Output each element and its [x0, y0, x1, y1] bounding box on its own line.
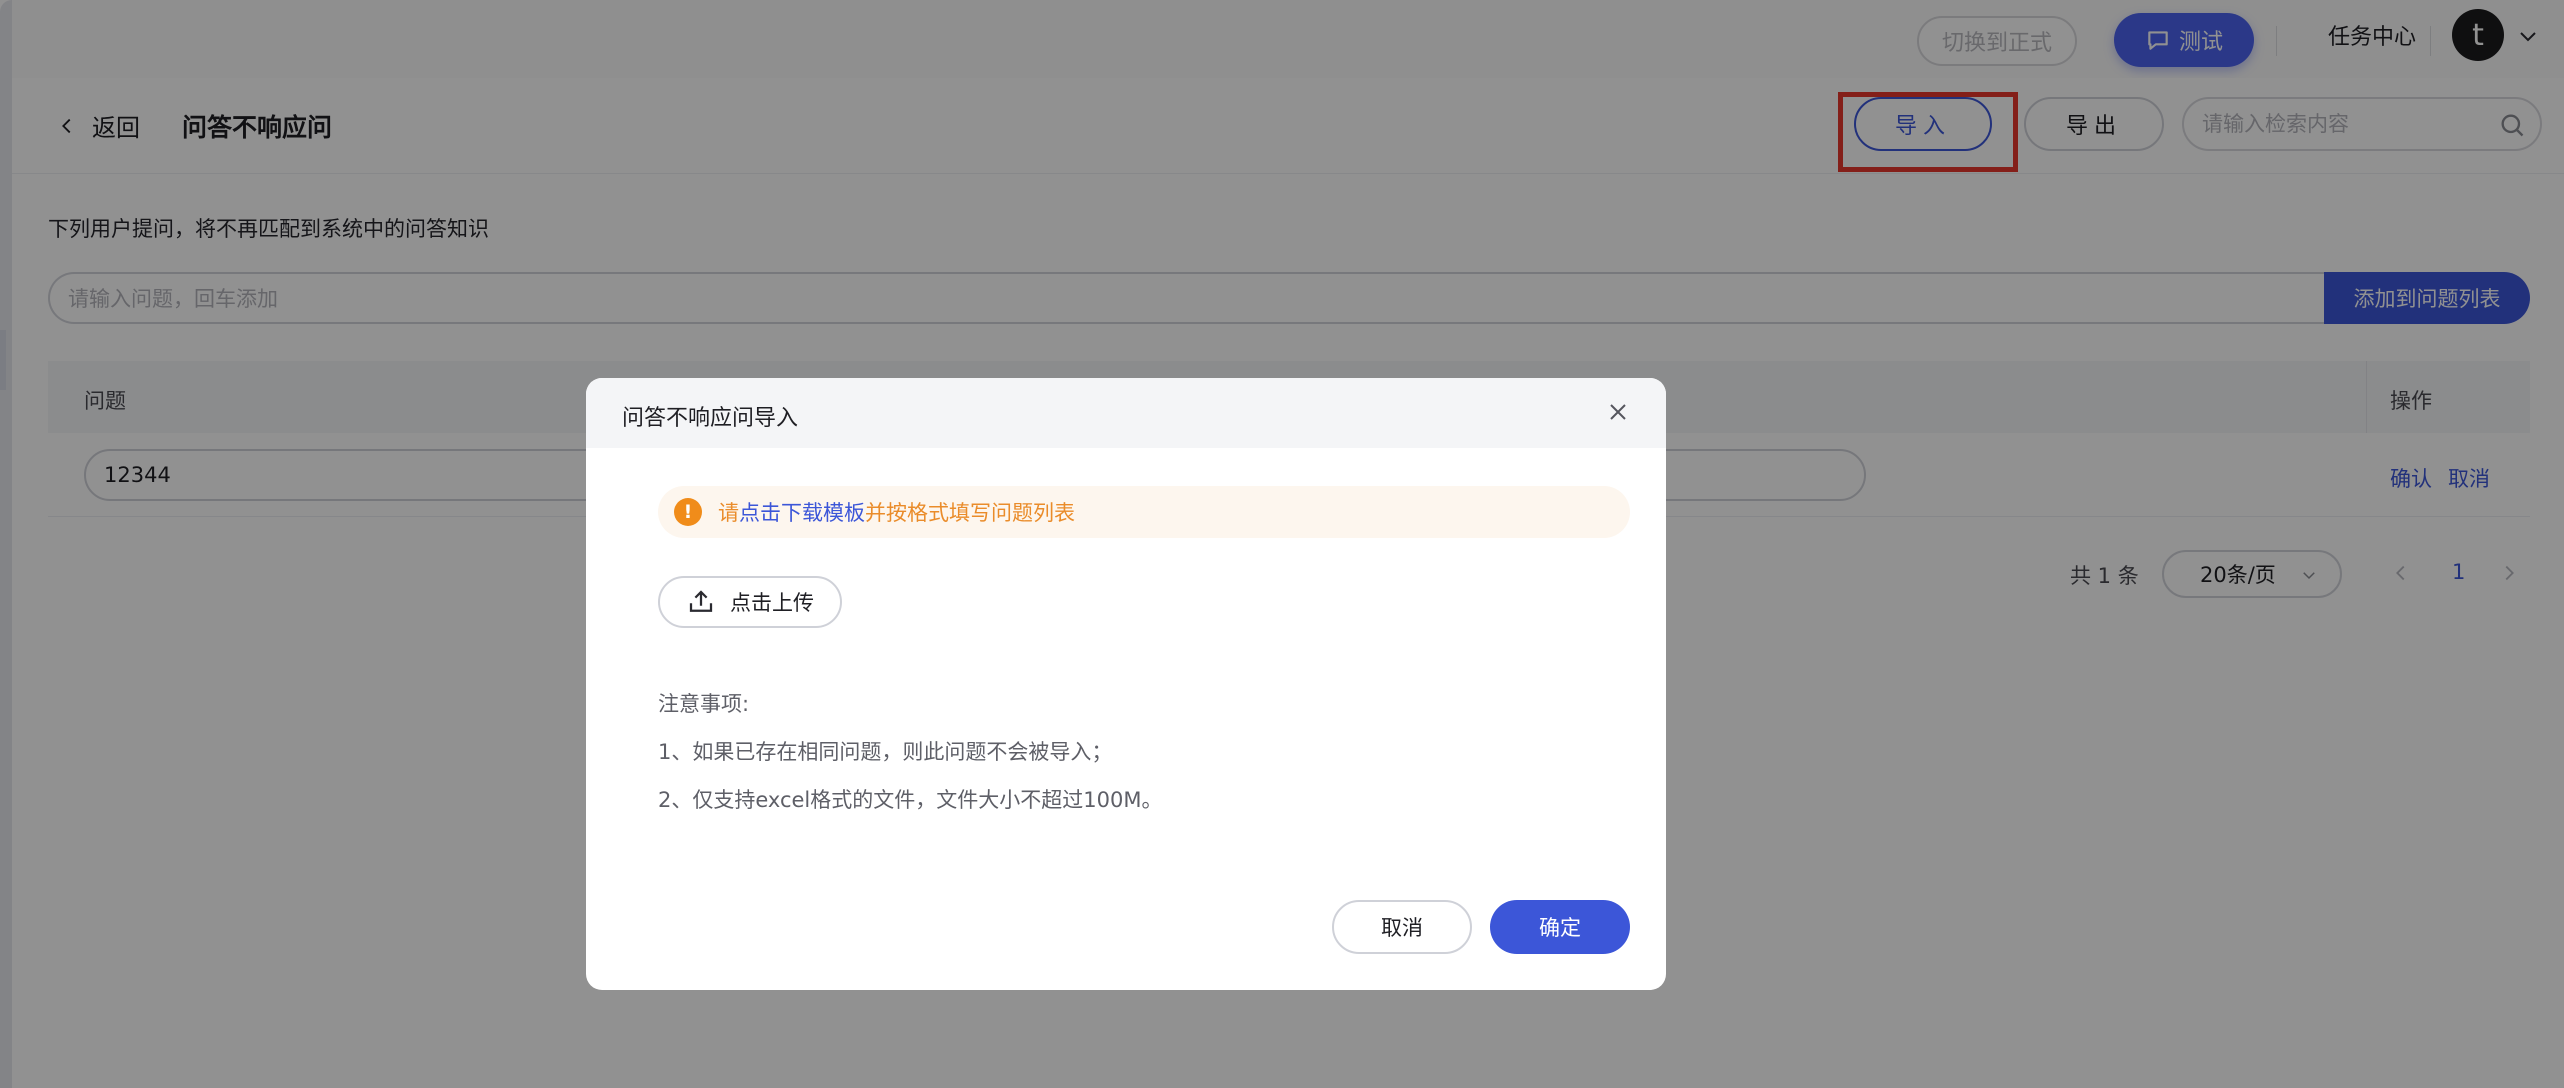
warning-icon: !: [674, 498, 702, 526]
upload-button[interactable]: 点击上传: [658, 576, 842, 628]
notice-text: 请点击下载模板并按格式填写问题列表: [718, 497, 1075, 527]
note-item: 2、仅支持excel格式的文件，文件大小不超过100M。: [658, 788, 1163, 812]
dialog-title: 问答不响应问导入: [622, 406, 799, 431]
notice-prefix: 请: [718, 501, 739, 525]
download-template-link[interactable]: 点击下载模板: [739, 501, 865, 525]
notice-suffix: 并按格式填写问题列表: [865, 501, 1075, 525]
note-item: 1、如果已存在相同问题，则此问题不会被导入；: [658, 740, 1113, 764]
cancel-button[interactable]: 取消: [1332, 900, 1472, 954]
import-dialog: 问答不响应问导入 ! 请点击下载模板并按格式填写问题列表 点击上传 注意事项: …: [586, 378, 1666, 990]
app-page: 切换到正式 测试 任务中心 t 返回 问答不响应问 导入 导出 请输入检索内容 …: [0, 0, 2564, 1088]
notice-banner: ! 请点击下载模板并按格式填写问题列表: [658, 486, 1630, 538]
notes-title: 注意事项:: [658, 692, 750, 716]
upload-icon: [689, 590, 713, 612]
close-icon[interactable]: [1606, 400, 1630, 424]
dialog-header: 问答不响应问导入: [586, 378, 1666, 448]
notes-section: 注意事项: 1、如果已存在相同问题，则此问题不会被导入； 2、仅支持excel格…: [658, 680, 1162, 824]
confirm-button[interactable]: 确定: [1490, 900, 1630, 954]
upload-label: 点击上传: [730, 591, 814, 615]
